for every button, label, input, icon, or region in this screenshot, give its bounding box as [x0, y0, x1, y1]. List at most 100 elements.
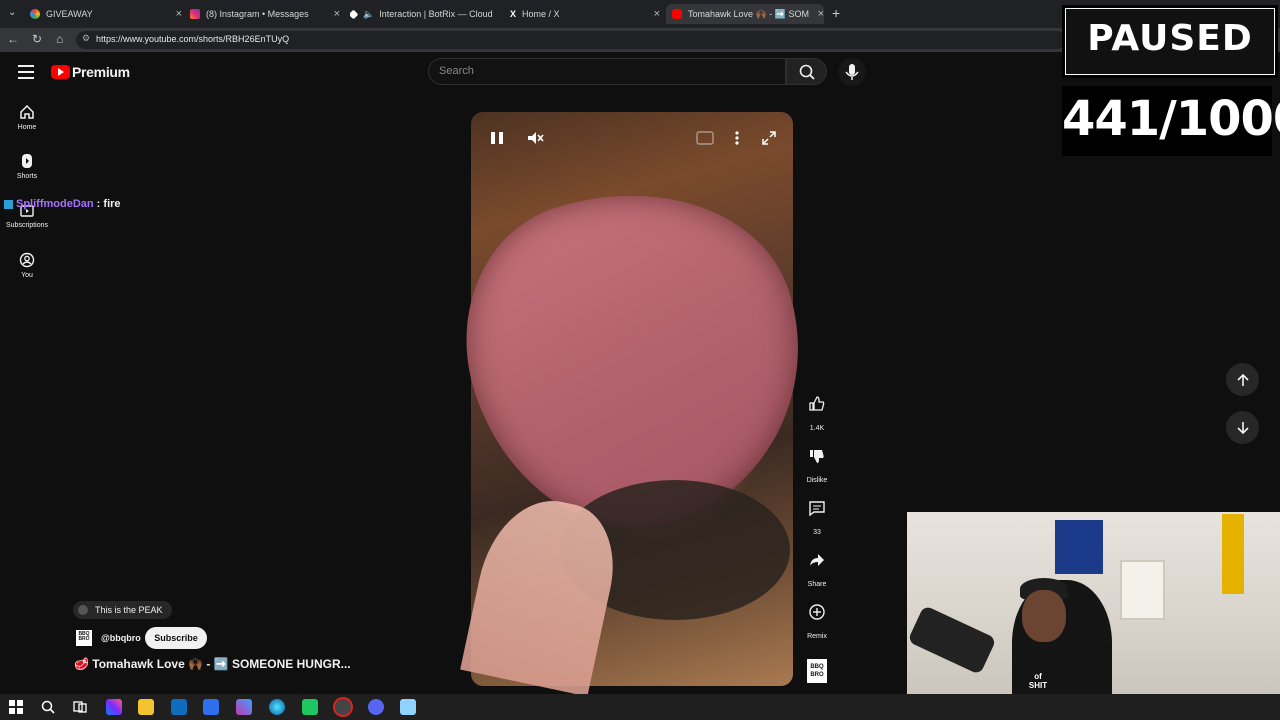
chat-text: : fire [93, 198, 121, 210]
sidebar-item-you[interactable]: You [0, 252, 54, 279]
channel-avatar-small[interactable]: BBQ BRO [76, 630, 92, 646]
more-vertical-icon [735, 131, 739, 145]
share-button[interactable]: Share [801, 544, 833, 588]
obs-icon[interactable] [335, 699, 351, 715]
fullscreen-button[interactable] [761, 130, 777, 149]
sidebar-item-shorts[interactable]: Shorts [0, 153, 54, 180]
search-input[interactable] [428, 58, 786, 85]
edge-icon[interactable] [269, 699, 285, 715]
muted-speaker-icon [528, 132, 544, 144]
browser-tab-youtube-active[interactable]: Tomahawk Love 🙌🏾 - ➡️ SOM × [666, 4, 824, 24]
thumbs-up-icon [809, 396, 825, 411]
m365-icon[interactable] [236, 699, 252, 715]
remix-icon [809, 604, 825, 620]
comment-count: 33 [813, 529, 821, 536]
captions-icon [696, 131, 714, 145]
mute-button[interactable] [526, 129, 544, 150]
channel-avatar[interactable]: BBQ BRO [807, 659, 827, 683]
pause-button[interactable] [488, 129, 506, 150]
browser-tab-instagram[interactable]: (8) Instagram • Messages × [190, 4, 340, 24]
previous-short-button[interactable] [1226, 363, 1259, 396]
browser-tab-giveaway[interactable]: GIVEAWAY × [30, 4, 182, 24]
home-icon[interactable]: ⌂ [56, 32, 63, 46]
share-arrow-icon [810, 554, 824, 566]
webcam-poster [1055, 520, 1103, 574]
chrome-icon [30, 9, 40, 19]
sidebar-item-label: You [21, 272, 33, 279]
close-tab-icon[interactable]: × [176, 8, 182, 20]
subscribe-button[interactable]: Subscribe [145, 627, 207, 649]
back-arrow-icon[interactable]: ← [7, 32, 19, 46]
short-title[interactable]: 🥩 Tomahawk Love 🙌🏾 - ➡️ SOMEONE HUNGR... [74, 657, 351, 671]
x-logo-icon: X [510, 9, 517, 19]
sidebar-item-label: Shorts [16, 173, 38, 180]
instagram-icon [190, 9, 200, 19]
windows-start-icon[interactable] [8, 699, 24, 715]
arrow-up-icon [1236, 373, 1249, 386]
browser-tab-x[interactable]: X Home / X × [510, 4, 660, 24]
close-tab-icon[interactable]: × [654, 8, 660, 20]
more-options-button[interactable] [733, 129, 741, 150]
remix-button[interactable]: Remix [801, 596, 833, 640]
dislike-button[interactable]: Dislike [801, 440, 833, 484]
new-tab-plus-icon[interactable]: + [832, 5, 840, 21]
next-short-button[interactable] [1226, 411, 1259, 444]
webcam-face [1022, 590, 1066, 642]
like-count: 1.4K [809, 425, 825, 432]
pause-icon [491, 132, 503, 144]
channel-handle[interactable]: @bbqbro [101, 633, 141, 643]
browser-tab-botrix[interactable]: 🔈 Interaction | BotRix — Cloud [350, 4, 500, 24]
botrix-icon [350, 9, 359, 19]
account-icon [19, 252, 35, 268]
webcam-window-bg [1120, 560, 1165, 620]
tab-title: Tomahawk Love 🙌🏾 - ➡️ SOM [688, 8, 809, 19]
comment-avatar-icon [78, 605, 88, 615]
tab-title: Interaction | BotRix — Cloud [379, 9, 493, 19]
url-text[interactable]: https://www.youtube.com/shorts/RBH26EnTU… [96, 34, 289, 44]
webcam-shirt-text: of SHIT [1028, 672, 1048, 690]
close-tab-icon[interactable]: × [334, 8, 340, 20]
site-info-icon[interactable]: ⚙ [82, 33, 90, 44]
microphone-icon [845, 64, 859, 80]
close-tab-icon[interactable]: × [818, 8, 824, 20]
copilot-icon[interactable] [106, 699, 122, 715]
task-view-icon[interactable] [72, 699, 88, 715]
webcam-banner [1222, 514, 1244, 594]
youtube-premium-wordmark[interactable]: Premium [72, 64, 130, 80]
search-icon [799, 64, 815, 80]
microsoft-store-icon[interactable] [203, 699, 219, 715]
sidebar-item-label: Subscriptions [5, 222, 49, 229]
sidebar-item-home[interactable]: Home [0, 104, 54, 131]
voice-search-button[interactable] [838, 58, 866, 86]
windows-taskbar [0, 694, 1280, 720]
youtube-logo-icon[interactable] [51, 65, 70, 79]
taskbar-search-icon[interactable] [40, 699, 56, 715]
notepad-icon[interactable] [400, 699, 416, 715]
comments-button[interactable]: 33 [801, 492, 833, 536]
youtube-icon [672, 9, 682, 19]
like-button[interactable]: 1.4K [801, 388, 833, 432]
tab-title: (8) Instagram • Messages [206, 9, 309, 19]
thumbs-down-icon [810, 450, 824, 463]
discord-icon[interactable] [368, 699, 384, 715]
search-placeholder: Search [439, 65, 474, 77]
tab-title: GIVEAWAY [46, 9, 93, 19]
search-button[interactable] [786, 58, 827, 85]
speaker-icon: 🔈 [363, 8, 375, 19]
file-explorer-icon[interactable] [138, 699, 154, 715]
outlook-icon[interactable] [171, 699, 187, 715]
app-green-icon[interactable] [302, 699, 318, 715]
fullscreen-icon [762, 131, 776, 145]
remix-label: Remix [807, 633, 827, 640]
tab-list-chevron-icon[interactable]: ⌄ [8, 7, 16, 18]
reload-icon[interactable]: ↻ [32, 32, 42, 46]
sidebar-item-label: Home [17, 124, 37, 131]
chat-badge-icon [4, 199, 13, 209]
goal-counter: 441/1000 [1062, 86, 1280, 156]
hamburger-menu-icon[interactable] [18, 65, 34, 79]
arrow-down-icon [1236, 421, 1249, 434]
dislike-label: Dislike [806, 477, 828, 484]
captions-button[interactable] [696, 131, 714, 148]
chat-username: SpliffmodeDan [16, 198, 94, 210]
paused-status-text: PAUSED [1087, 18, 1253, 59]
